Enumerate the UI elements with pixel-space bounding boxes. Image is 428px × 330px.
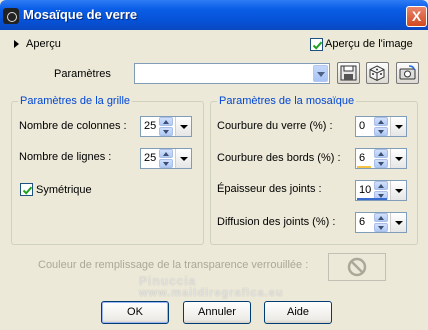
no-entry-icon — [347, 257, 367, 277]
expand-arrow-icon[interactable] — [14, 40, 19, 48]
floppy-icon — [340, 65, 357, 81]
rows-value: 25 — [144, 152, 157, 164]
glass-curvature-value: 0 — [359, 120, 366, 132]
grout-width-dropdown-icon[interactable] — [390, 181, 406, 200]
checkmark-icon — [22, 186, 33, 195]
ok-button[interactable]: OK — [101, 301, 169, 324]
transparency-fill-label: Couleur de remplissage de la transparenc… — [38, 259, 309, 271]
dialog-window: Mosaïque de verre X Aperçu Aperçu de l'i… — [0, 0, 428, 330]
apercu-label[interactable]: Aperçu — [26, 38, 61, 50]
rows-dropdown-icon[interactable] — [175, 149, 191, 168]
watermark-name: Pinuccia — [139, 274, 197, 288]
symmetric-checkbox[interactable] — [20, 183, 33, 196]
transparency-fill-swatch — [328, 253, 386, 281]
help-button[interactable]: Aide — [264, 301, 332, 324]
rows-up-icon[interactable] — [159, 149, 173, 158]
checkmark-icon — [312, 41, 323, 50]
glass-curvature-up-icon[interactable] — [374, 117, 388, 126]
columns-value: 25 — [144, 120, 157, 132]
rows-down-icon[interactable] — [159, 159, 173, 168]
presets-combo[interactable] — [134, 63, 330, 84]
preview-label: Aperçu de l'image — [325, 38, 413, 50]
chevron-down-icon[interactable] — [313, 65, 328, 82]
grout-diffuse-dropdown-icon[interactable] — [390, 213, 406, 232]
random-preset-button[interactable] — [366, 62, 389, 84]
reset-preset-button[interactable] — [396, 62, 419, 84]
focus-accent — [357, 166, 371, 168]
grout-diffuse-up-icon[interactable] — [374, 213, 388, 222]
grout-diffuse-spinner[interactable]: 6 — [355, 212, 407, 233]
edge-curvature-value: 6 — [359, 152, 366, 164]
close-button[interactable]: X — [406, 6, 427, 27]
title-bar: Mosaïque de verre X — [0, 0, 428, 30]
grout-width-up-icon[interactable] — [374, 181, 388, 190]
glass-curvature-down-icon[interactable] — [374, 127, 388, 136]
dice-icon — [369, 65, 385, 82]
app-icon — [3, 8, 19, 24]
edge-curvature-label: Courbure des bords (%) : — [217, 152, 341, 164]
camera-reset-icon — [399, 65, 416, 80]
glass-curvature-spinner[interactable]: 0 — [355, 116, 407, 137]
watermark-url: www.maildiregrafica.eu — [139, 287, 284, 299]
grid-settings-title: Paramètres de la grille — [18, 95, 133, 107]
grout-width-label: Épaisseur des joints : — [217, 183, 322, 195]
columns-up-icon[interactable] — [159, 117, 173, 126]
columns-spinner[interactable]: 25 — [140, 116, 192, 137]
save-preset-button[interactable] — [337, 62, 360, 84]
columns-label: Nombre de colonnes : — [19, 120, 127, 132]
edge-curvature-down-icon[interactable] — [374, 159, 388, 168]
columns-down-icon[interactable] — [159, 127, 173, 136]
presets-label: Paramètres — [54, 68, 111, 80]
edge-curvature-up-icon[interactable] — [374, 149, 388, 158]
focus-accent — [357, 198, 387, 200]
grout-width-spinner[interactable]: 10 — [355, 180, 407, 201]
grout-width-value: 10 — [359, 184, 372, 196]
symmetric-label: Symétrique — [36, 184, 92, 196]
edge-curvature-spinner[interactable]: 6 — [355, 148, 407, 169]
grout-diffuse-down-icon[interactable] — [374, 223, 388, 232]
grout-diffuse-label: Diffusion des joints (%) : — [217, 216, 336, 228]
cancel-button[interactable]: Annuler — [183, 301, 251, 324]
edge-curvature-dropdown-icon[interactable] — [390, 149, 406, 168]
window-title: Mosaïque de verre — [23, 7, 138, 22]
mosaic-settings-title: Paramètres de la mosaïque — [217, 95, 357, 107]
grout-diffuse-value: 6 — [359, 216, 366, 228]
glass-curvature-dropdown-icon[interactable] — [390, 117, 406, 136]
rows-spinner[interactable]: 25 — [140, 148, 192, 169]
glass-curvature-label: Courbure du verre (%) : — [217, 120, 333, 132]
preview-checkbox[interactable] — [310, 38, 323, 51]
columns-dropdown-icon[interactable] — [175, 117, 191, 136]
rows-label: Nombre de lignes : — [19, 151, 112, 163]
